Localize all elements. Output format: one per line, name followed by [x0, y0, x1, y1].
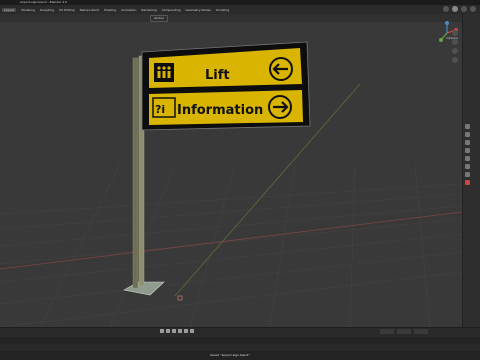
tab-layout[interactable]: Layout	[2, 7, 17, 12]
properties-tabs	[465, 124, 470, 185]
play-icon[interactable]	[178, 329, 182, 333]
previous-keyframe-icon[interactable]	[166, 329, 170, 333]
jump-end-icon[interactable]	[190, 329, 194, 333]
start-frame-field[interactable]	[397, 329, 411, 334]
x-axis-line	[0, 211, 462, 270]
timeline-editor[interactable]	[0, 327, 480, 352]
status-bar: Saved "airport-sign.blend"	[0, 351, 480, 360]
tab-compositing[interactable]: Compositing	[162, 8, 181, 12]
material-properties-icon[interactable]	[465, 180, 470, 185]
tab-shading[interactable]: Shading	[104, 8, 116, 12]
tab-animation[interactable]: Animation	[121, 8, 136, 12]
next-keyframe-icon[interactable]	[184, 329, 188, 333]
viewport-scene: Lift ?i Information	[0, 41, 462, 327]
wireframe-shading-button[interactable]	[443, 6, 449, 12]
transform-orientation-dropdown[interactable]: Global	[150, 15, 168, 22]
viewport-header: Global Options	[0, 14, 462, 40]
zoom-icon[interactable]	[452, 30, 458, 36]
frame-range-fields	[380, 329, 428, 334]
properties-panel	[462, 14, 480, 327]
status-notice: Saved "airport-sign.blend"	[210, 353, 250, 357]
play-reverse-icon[interactable]	[172, 329, 176, 333]
output-properties-icon[interactable]	[465, 140, 470, 145]
scene-properties-icon[interactable]	[465, 148, 470, 153]
shading-mode-buttons	[443, 6, 476, 12]
current-frame-field[interactable]	[380, 329, 394, 334]
camera-view-icon[interactable]	[452, 48, 458, 54]
floor-grid	[0, 163, 462, 327]
tab-texture-paint[interactable]: Texture Paint	[80, 8, 99, 12]
playback-controls	[160, 329, 194, 333]
3d-cursor-icon[interactable]	[177, 295, 183, 301]
3d-viewport[interactable]: Lift ?i Information	[0, 14, 462, 327]
sign-lift-label: Lift	[205, 68, 230, 83]
timeline-ruler[interactable]	[0, 337, 480, 344]
render-properties-icon[interactable]	[465, 132, 470, 137]
tab-sculpting[interactable]: Sculpting	[40, 8, 54, 12]
information-icon: ?i	[152, 97, 176, 118]
pan-icon[interactable]	[452, 39, 458, 45]
workspace-tabs: Layout Modeling Sculpting UV Editing Tex…	[2, 5, 229, 14]
sign-information-label: Information	[177, 103, 263, 118]
tab-uv-editing[interactable]: UV Editing	[59, 8, 75, 12]
world-properties-icon[interactable]	[465, 156, 470, 161]
modifier-properties-icon[interactable]	[465, 172, 470, 177]
rendered-shading-button[interactable]	[470, 6, 476, 12]
object-properties-icon[interactable]	[465, 164, 470, 169]
material-shading-button[interactable]	[461, 6, 467, 12]
perspective-toggle-icon[interactable]	[452, 57, 458, 63]
lift-people-icon	[154, 63, 174, 82]
jump-start-icon[interactable]	[160, 329, 164, 333]
tab-geometry-nodes[interactable]: Geometry Nodes	[186, 8, 211, 12]
information-icon-text: ?i	[155, 103, 165, 116]
end-frame-field[interactable]	[414, 329, 428, 334]
tool-properties-icon[interactable]	[465, 124, 470, 129]
tab-rendering[interactable]: Rendering	[141, 8, 156, 12]
tab-modeling[interactable]: Modeling	[21, 8, 35, 12]
viewport-navigation-tools	[452, 30, 458, 63]
tab-scripting[interactable]: Scripting	[216, 8, 229, 12]
solid-shading-button[interactable]	[452, 6, 458, 12]
